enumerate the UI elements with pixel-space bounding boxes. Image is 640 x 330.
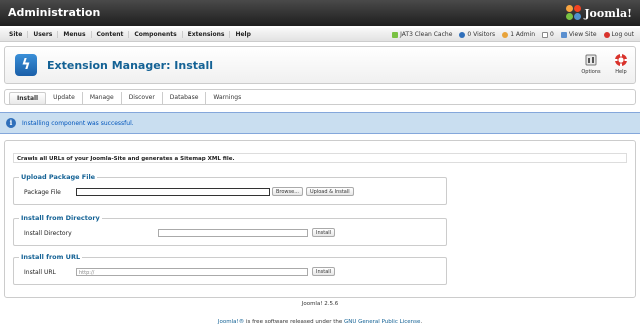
install-url-button[interactable]: Install (312, 267, 336, 276)
page-title: Extension Manager: Install (47, 59, 213, 72)
clean-cache-link[interactable]: JAT3 Clean Cache (392, 31, 452, 38)
tab-warnings[interactable]: Warnings (206, 92, 248, 105)
options-button[interactable]: Options (577, 53, 605, 75)
system-message: i Installing component was successful. (0, 112, 640, 134)
menu-site[interactable]: Site (4, 31, 29, 38)
admin-title: Administration (8, 6, 101, 19)
tab-install[interactable]: Install (9, 92, 47, 105)
license-end: . (420, 319, 423, 325)
install-url-label: Install URL (24, 269, 56, 276)
tab-database[interactable]: Database (163, 92, 207, 105)
upload-install-button[interactable]: Upload & Install (306, 187, 354, 196)
help-button[interactable]: Help (607, 53, 635, 75)
mail-icon (542, 31, 549, 38)
messages-count: 0 (550, 31, 554, 38)
joomla-link[interactable]: Joomla!® (218, 319, 244, 325)
license-text: is free software released under the (244, 319, 344, 325)
install-directory-fieldset: Install from Directory Install Directory… (13, 214, 447, 246)
logout-icon (603, 31, 610, 38)
joomla-logo-icon (566, 5, 582, 21)
help-lifebuoy-icon (614, 53, 628, 67)
admin-header: Administration Joomla! (0, 0, 640, 26)
submenu-tabs: Install Update Manage Discover Database … (4, 89, 636, 105)
logout-link[interactable]: Log out (603, 31, 634, 38)
install-url-input[interactable]: http:// (76, 268, 308, 276)
menu-content[interactable]: Content (92, 31, 130, 38)
cache-icon (392, 31, 399, 38)
admins-status: 1 Admin (502, 31, 535, 38)
footer-version: Joomla! 2.5.6 (301, 301, 339, 307)
view-site-label: View Site (568, 31, 597, 38)
menu-components[interactable]: Components (129, 31, 183, 38)
clean-cache-label: JAT3 Clean Cache (400, 31, 453, 38)
visitors-status: 0 Visitors (459, 31, 495, 38)
gpl-license-link[interactable]: GNU General Public License (344, 319, 420, 325)
help-label: Help (615, 69, 627, 75)
install-directory-label: Install Directory (24, 230, 72, 237)
menu-menus[interactable]: Menus (58, 31, 92, 38)
logout-label: Log out (611, 31, 634, 38)
menu-extensions[interactable]: Extensions (183, 31, 231, 38)
install-panel: Crawls all URLs of your Joomla-Site and … (4, 140, 636, 298)
monitor-icon (560, 31, 567, 38)
admins-count: 1 Admin (510, 31, 536, 38)
options-label: Options (581, 69, 601, 75)
view-site-link[interactable]: View Site (560, 31, 597, 38)
message-text: Installing component was successful. (22, 120, 134, 127)
visitors-icon (459, 31, 466, 38)
directory-legend: Install from Directory (19, 214, 102, 222)
url-legend: Install from URL (19, 253, 83, 261)
joomla-logo-text: Joomla! (584, 6, 632, 20)
tab-update[interactable]: Update (46, 92, 83, 105)
component-description: Crawls all URLs of your Joomla-Site and … (13, 153, 627, 163)
upload-legend: Upload Package File (19, 173, 98, 181)
upload-package-fieldset: Upload Package File Package File Browse.… (13, 173, 447, 205)
install-url-fieldset: Install from URL Install URL http:// Ins… (13, 253, 447, 285)
messages-link[interactable]: 0 (542, 31, 554, 38)
options-icon (584, 53, 598, 67)
install-directory-input[interactable] (158, 229, 308, 237)
package-file-label: Package File (24, 189, 61, 196)
joomla-logo[interactable]: Joomla! (566, 4, 632, 22)
install-directory-button[interactable]: Install (312, 228, 336, 237)
extension-manager-icon: ϟ (15, 54, 37, 76)
footer-license: Joomla!® is free software released under… (0, 319, 640, 325)
visitors-count: 0 Visitors (467, 31, 496, 38)
browse-button[interactable]: Browse... (272, 187, 303, 196)
tab-discover[interactable]: Discover (122, 92, 163, 105)
info-icon: i (6, 118, 16, 128)
menu-help[interactable]: Help (230, 31, 255, 38)
menu-users[interactable]: Users (28, 31, 59, 38)
tab-manage[interactable]: Manage (83, 92, 122, 105)
toolbar: ϟ Extension Manager: Install Options Hel… (4, 46, 636, 84)
main-menu: Site Users Menus Content Components Exte… (0, 28, 640, 42)
admin-user-icon (502, 31, 509, 38)
package-file-input[interactable] (76, 188, 270, 196)
